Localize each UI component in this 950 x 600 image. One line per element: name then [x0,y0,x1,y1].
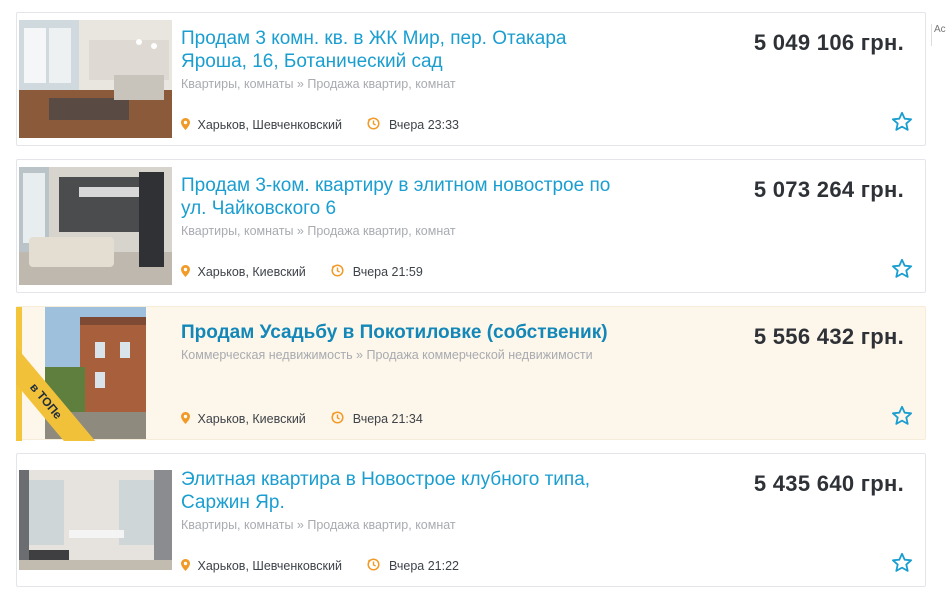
listing-location: Харьков, Шевченковский [197,559,342,573]
listing-category: Коммерческая недвижимость » Продажа комм… [181,348,593,362]
listing-time: Вчера 21:34 [352,412,423,426]
map-pin-icon [181,264,194,280]
listing-time: Вчера 21:22 [388,559,460,573]
listing-time: Вчера 23:33 [388,118,460,132]
listing-category: Квартиры, комнаты » Продажа квартир, ком… [181,224,456,238]
listing-photo[interactable] [19,20,172,138]
listing-photo[interactable] [45,307,146,439]
history-clock-icon [345,117,385,133]
promo-stripe [16,307,22,441]
map-pin-icon [181,411,194,427]
listing-meta: Харьков, Киевский Вчера 21:34 [181,411,423,427]
listing-price: 5 556 432 грн. [753,324,904,349]
listing-location: Харьков, Шевченковский [197,118,342,132]
listing-meta: Харьков, Киевский Вчера 21:59 [181,264,423,280]
listing-location: Харьков, Киевский [197,412,306,426]
listing-time: Вчера 21:59 [352,265,423,279]
listing-price: 5 435 640 грн. [753,471,904,496]
listing-location: Харьков, Киевский [197,265,306,279]
listing-list: Продам 3 комн. кв. в ЖК Мир, пер. Отакар… [16,12,926,600]
listing-price: 5 049 106 грн. [753,30,904,55]
listing-card[interactable]: Элитная квартира в Новострое клубного ти… [16,453,926,587]
history-clock-icon [309,264,349,280]
listing-photo[interactable] [19,167,172,285]
listing-category: Квартиры, комнаты » Продажа квартир, ком… [181,518,456,532]
listing-card[interactable]: Продам 3-ком. квартиру в элитном новостр… [16,159,926,293]
map-pin-icon [181,117,194,133]
listing-title-link[interactable]: Продам 3 комн. кв. в ЖК Мир, пер. Отакар… [181,27,631,73]
favorite-star-icon[interactable] [891,111,913,133]
listing-photo[interactable] [19,470,172,570]
favorite-star-icon[interactable] [891,552,913,574]
history-clock-icon [345,558,385,574]
listing-card-promoted[interactable]: в ТОПе Продам Усадьбу в Покотиловке (соб… [16,306,926,441]
history-clock-icon [309,411,349,427]
listing-category: Квартиры, комнаты » Продажа квартир, ком… [181,77,456,91]
listing-meta: Харьков, Шевченковский Вчера 21:22 [181,558,459,574]
listing-meta: Харьков, Шевченковский Вчера 23:33 [181,117,459,133]
favorite-star-icon[interactable] [891,258,913,280]
map-pin-icon [181,558,194,574]
side-panel-fragment: Ac [931,24,950,46]
favorite-star-icon[interactable] [891,405,913,427]
listing-card[interactable]: Продам 3 комн. кв. в ЖК Мир, пер. Отакар… [16,12,926,146]
listing-title-link[interactable]: Продам 3-ком. квартиру в элитном новостр… [181,174,631,220]
listing-title-link[interactable]: Элитная квартира в Новострое клубного ти… [181,468,631,514]
listing-title-link[interactable]: Продам Усадьбу в Покотиловке (собственик… [181,321,631,344]
listing-price: 5 073 264 грн. [753,177,904,202]
